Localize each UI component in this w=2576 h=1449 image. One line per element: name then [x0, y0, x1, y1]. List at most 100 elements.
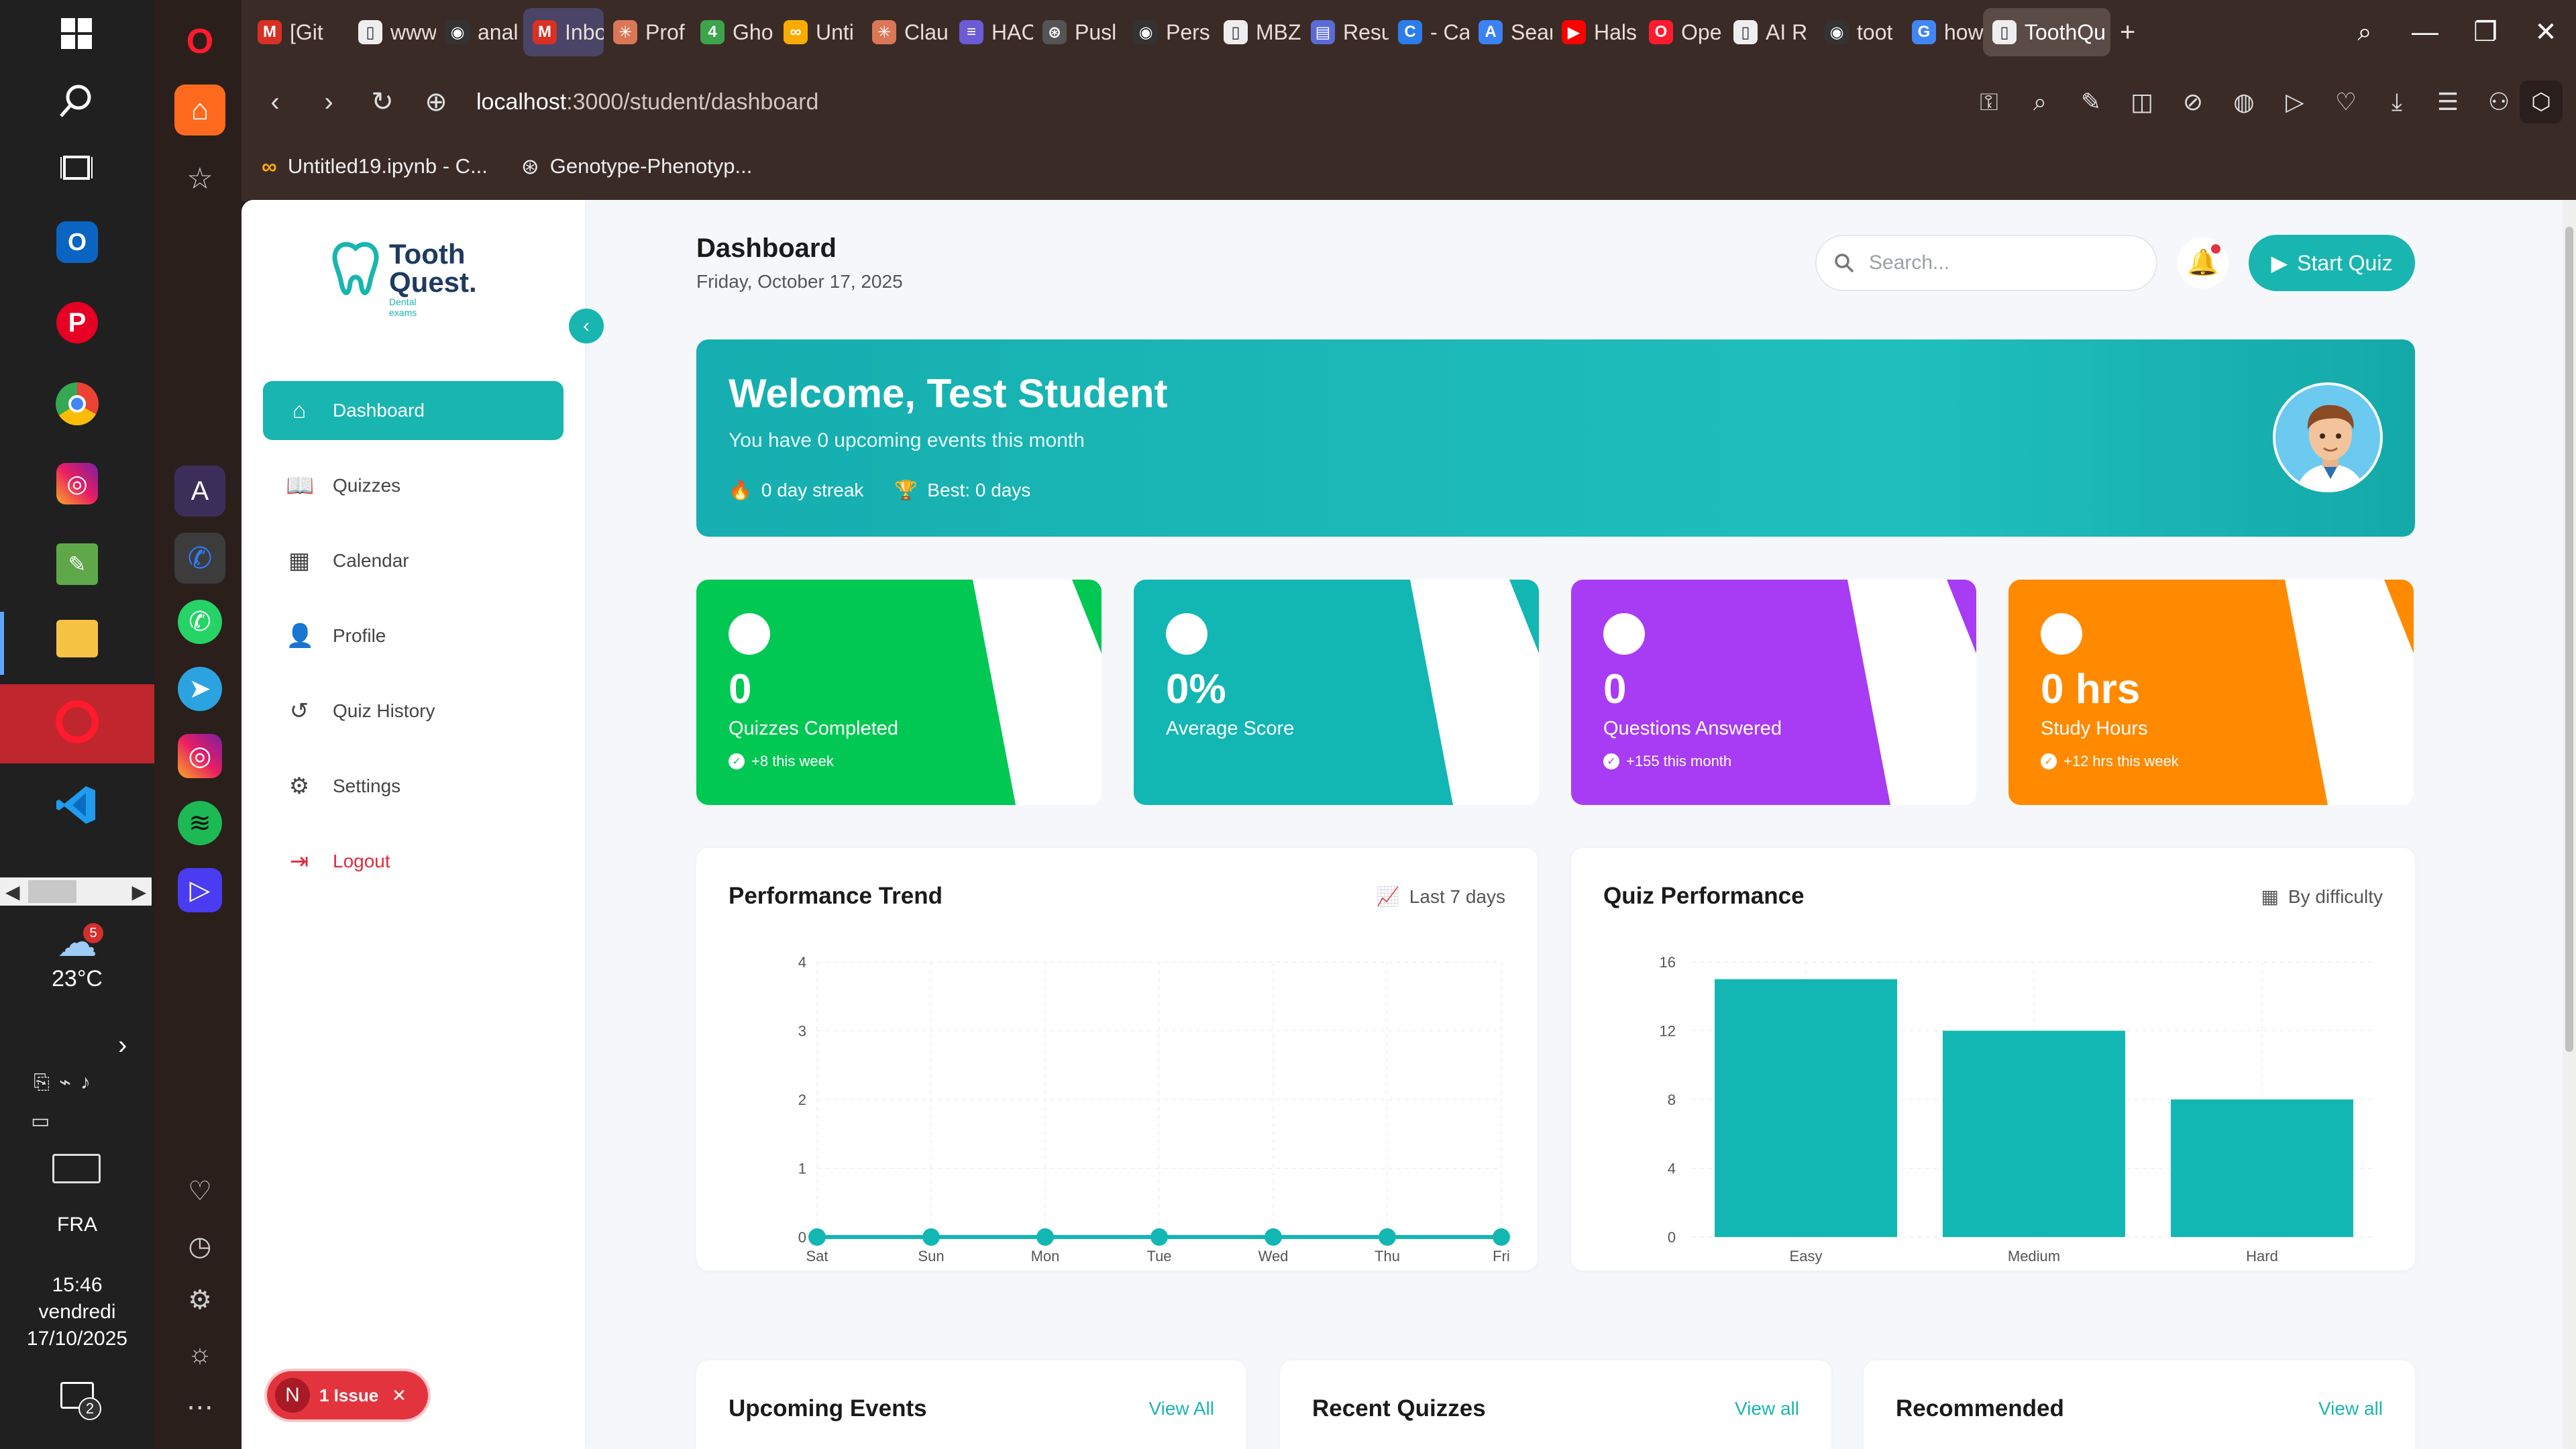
close-window-icon[interactable]: ✕	[2516, 0, 2576, 64]
sidebar-item-calendar[interactable]: ▦ Calendar	[263, 531, 564, 590]
view-all-link[interactable]: View All	[1148, 1398, 1214, 1419]
home-icon[interactable]: ⌂	[174, 85, 225, 136]
issue-badge[interactable]: N 1 Issue ✕	[267, 1371, 428, 1419]
aria-icon[interactable]: A	[174, 466, 225, 517]
data-point[interactable]	[922, 1228, 940, 1246]
browser-tab[interactable]: ▯ MBZ	[1214, 8, 1301, 56]
clock-time[interactable]: 15:46	[0, 1272, 154, 1299]
scroll-left-icon[interactable]: ◀	[5, 881, 20, 903]
browser-tab[interactable]: M [Git	[248, 8, 349, 56]
sidebar-item-dashboard[interactable]: ⌂ Dashboard	[263, 381, 564, 440]
forward-icon[interactable]: ›	[302, 75, 356, 129]
system-tray-icons[interactable]: ⎘⌁♪	[34, 1071, 100, 1094]
browser-tab[interactable]: ▯ AI R	[1724, 8, 1815, 56]
avatar[interactable]	[2273, 382, 2383, 492]
view-all-link[interactable]: View all	[2318, 1398, 2383, 1419]
extensions-cube-icon[interactable]: ⬡	[2520, 80, 2563, 123]
weather-widget[interactable]: ☁ 5 23°C	[27, 919, 127, 992]
sidebar-item-profile[interactable]: 👤 Profile	[263, 606, 564, 665]
stat-card[interactable]: 0% Average Score	[1134, 580, 1539, 805]
vpn-icon[interactable]: ◍	[2227, 88, 2261, 116]
bar[interactable]	[1715, 979, 1897, 1237]
browser-tab[interactable]: Ghow	[1902, 8, 1983, 56]
player-icon[interactable]: ▷	[178, 868, 222, 912]
language-indicator[interactable]: FRA	[0, 1212, 154, 1238]
restore-icon[interactable]: ❐	[2455, 0, 2516, 64]
data-point[interactable]	[1150, 1228, 1168, 1246]
browser-tab[interactable]: ▯ www	[349, 8, 436, 56]
messenger-icon[interactable]: ✆	[174, 533, 225, 584]
browser-tab[interactable]: C - Ca	[1389, 8, 1469, 56]
image-editor-icon[interactable]: ✎	[56, 543, 98, 585]
adblock-icon[interactable]: ⊘	[2176, 88, 2210, 116]
browser-tab[interactable]: ◉ Pers	[1124, 8, 1214, 56]
edit-icon[interactable]: ✎	[2074, 88, 2108, 116]
search-input[interactable]: Search...	[1815, 235, 2157, 291]
taskbar-scroll[interactable]: ◀ ▶	[0, 877, 152, 906]
camera-icon[interactable]: ◫	[2125, 88, 2159, 116]
browser-tab[interactable]: ✳ Clau	[863, 8, 950, 56]
collapse-sidebar-button[interactable]: ‹	[569, 309, 604, 343]
browser-tab[interactable]: ⊛ Pusl	[1033, 8, 1124, 56]
scroll-right-icon[interactable]: ▶	[131, 881, 146, 903]
stat-card[interactable]: 0 Questions Answered ✓ +155 this month	[1571, 580, 1976, 805]
new-tab-button[interactable]: +	[2110, 8, 2151, 56]
data-point[interactable]	[1493, 1228, 1510, 1246]
browser-tab[interactable]: ◉ anal	[436, 8, 523, 56]
opera-icon[interactable]	[56, 700, 99, 743]
tooth-quest-logo[interactable]: Tooth Quest. Dental exams	[329, 240, 477, 318]
file-explorer-icon[interactable]	[56, 620, 98, 657]
page-scroll-thumb[interactable]	[2565, 227, 2573, 1052]
download-icon[interactable]: ⤓	[2380, 88, 2414, 117]
vscode-icon[interactable]	[52, 781, 101, 829]
data-point[interactable]	[1036, 1228, 1054, 1246]
instagram-sidebar-icon[interactable]: ◎	[178, 734, 222, 778]
zoom-icon[interactable]: ⌕	[2023, 88, 2057, 117]
keyboard-icon[interactable]	[52, 1154, 101, 1183]
browser-tab[interactable]: A Sear	[1469, 8, 1552, 56]
send-icon[interactable]: ▷	[2278, 88, 2312, 116]
sidebar-item-settings[interactable]: ⚙ Settings	[263, 757, 564, 816]
bookmark-item[interactable]: ∞ Untitled19.ipynb - C...	[262, 154, 488, 179]
sidebar-item-quizzes[interactable]: 📖 Quizzes	[263, 456, 564, 515]
view-all-link[interactable]: View all	[1735, 1398, 1799, 1419]
telegram-icon[interactable]: ➤	[178, 667, 222, 711]
browser-tab[interactable]: ✳ Prof	[604, 8, 691, 56]
task-view-icon[interactable]	[52, 144, 101, 192]
browser-tab[interactable]: ▤ Resu	[1301, 8, 1389, 56]
browser-tab[interactable]: 4 Gho	[691, 8, 774, 56]
account-icon[interactable]: ⚇	[2482, 88, 2516, 116]
browser-tab[interactable]: ▯ ToothQu	[1983, 8, 2110, 56]
bookmark-item[interactable]: ⊛ Genotype-Phenotyp...	[521, 154, 752, 179]
url-field[interactable]: localhost:3000/student/dashboard	[476, 89, 818, 115]
data-point[interactable]	[1379, 1228, 1396, 1246]
data-point[interactable]	[808, 1228, 826, 1246]
outlook-icon[interactable]: O	[56, 221, 98, 263]
settings-gear-icon[interactable]: ⚙	[174, 1275, 225, 1326]
browser-tab[interactable]: ▶ Hals	[1552, 8, 1640, 56]
browser-tab[interactable]: ∞ Unti	[774, 8, 863, 56]
history-clock-icon[interactable]: ◷	[174, 1221, 225, 1272]
easy-setup-icon[interactable]: ☰	[2431, 88, 2465, 116]
pinterest-icon[interactable]: P	[56, 302, 98, 343]
minimize-icon[interactable]: —	[2395, 0, 2455, 64]
browser-tab[interactable]: O Ope	[1640, 8, 1724, 56]
notification-icon[interactable]: 2	[60, 1382, 101, 1420]
browser-tab[interactable]: ◉ toot	[1815, 8, 1902, 56]
key-icon[interactable]: ⚿	[1972, 88, 2006, 117]
page-scrollbar[interactable]	[2563, 200, 2576, 1449]
scroll-thumb[interactable]	[28, 880, 76, 903]
instagram-icon[interactable]: ◎	[56, 463, 98, 504]
browser-tab[interactable]: ≡ HAC	[950, 8, 1033, 56]
opera-logo-icon[interactable]: O	[174, 16, 225, 67]
star-icon[interactable]: ☆	[174, 153, 225, 204]
whatsapp-icon[interactable]: ✆	[178, 600, 222, 644]
lightbulb-icon[interactable]: ☼	[174, 1328, 225, 1379]
back-icon[interactable]: ‹	[248, 75, 302, 129]
data-point[interactable]	[1265, 1228, 1282, 1246]
display-icon[interactable]: ▭	[31, 1110, 50, 1133]
sidebar-item-logout[interactable]: ⇥ Logout	[263, 832, 564, 891]
sidebar-item-quiz-history[interactable]: ↺ Quiz History	[263, 682, 564, 741]
stat-card[interactable]: 0 Quizzes Completed ✓ +8 this week	[696, 580, 1102, 805]
site-info-icon[interactable]: ⊕	[409, 75, 463, 129]
